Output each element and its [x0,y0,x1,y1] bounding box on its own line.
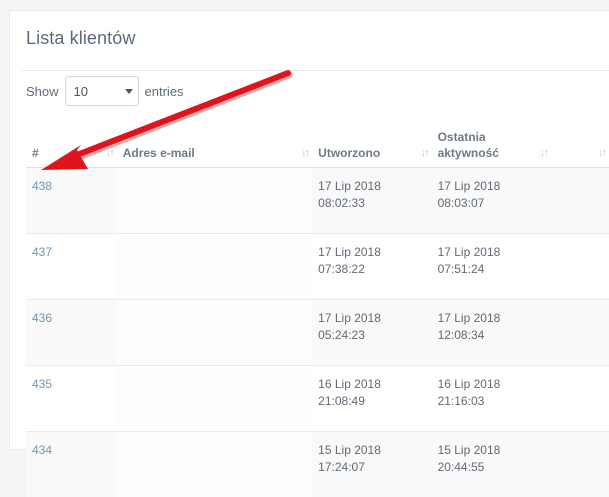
table-row[interactable]: 436 17 Lip 2018 05:24:23 17 Lip 2018 12:08:3… [26,300,609,366]
row-created-time: 05:24:23 [318,328,365,342]
row-created-time: 17:24:07 [318,460,365,474]
row-last-activity: 17 Lip 2018 07:51:24 [432,234,551,300]
column-header-email[interactable]: Adres e-mail ↓↑ [117,118,312,168]
row-created: 15 Lip 2018 17:24:07 [312,432,431,497]
row-created-time: 08:02:33 [318,196,365,210]
row-email [117,234,312,300]
sort-icon: ↓↑ [540,145,547,161]
row-created: 17 Lip 2018 08:02:33 [312,168,431,234]
sort-icon: ↓↑ [106,145,113,161]
row-last-activity-date: 16 Lip 2018 [438,377,501,391]
entries-length-control: Show 10 entries [26,76,184,106]
row-extra [551,234,609,300]
entries-label: entries [145,84,184,99]
sort-icon: ↓↑ [421,145,428,161]
row-email [117,432,312,497]
row-last-activity-date: 15 Lip 2018 [438,443,501,457]
row-last-activity: 17 Lip 2018 12:08:34 [432,300,551,366]
row-extra [551,300,609,366]
table-header-row: # ↓↑ Adres e-mail ↓↑ Utworzono ↓↑ Ostatn… [26,118,609,168]
row-id-link[interactable]: 436 [26,300,117,366]
row-created-date: 17 Lip 2018 [318,311,381,325]
column-header-last-activity-line2: aktywność [438,146,499,160]
row-id-link[interactable]: 435 [26,366,117,432]
table-row[interactable]: 434 15 Lip 2018 17:24:07 15 Lip 2018 20:44:5… [26,432,609,497]
row-email [117,168,312,234]
column-header-last-activity[interactable]: Ostatnia aktywność ↓↑ [432,118,551,168]
row-created-date: 17 Lip 2018 [318,245,381,259]
table-row[interactable]: 438 17 Lip 2018 08:02:33 17 Lip 2018 08:03:0… [26,168,609,234]
row-created: 17 Lip 2018 05:24:23 [312,300,431,366]
row-extra [551,366,609,432]
row-id[interactable]: 438 [32,179,52,193]
sort-icon: ↓↑ [301,145,308,161]
show-label: Show [26,84,59,99]
column-header-email-label: Adres e-mail [123,146,195,160]
row-id[interactable]: 434 [32,443,52,457]
row-id[interactable]: 435 [32,377,52,391]
chevron-down-icon [125,89,133,94]
row-last-activity: 17 Lip 2018 08:03:07 [432,168,551,234]
column-header-id[interactable]: # ↓↑ [26,118,117,168]
row-last-activity-time: 07:51:24 [438,262,485,276]
row-id-link[interactable]: 434 [26,432,117,497]
clients-table: # ↓↑ Adres e-mail ↓↑ Utworzono ↓↑ Ostatn… [26,118,609,497]
row-id-link[interactable]: 438 [26,168,117,234]
row-extra [551,432,609,497]
row-created-time: 21:08:49 [318,394,365,408]
row-last-activity-date: 17 Lip 2018 [438,245,501,259]
row-created-date: 16 Lip 2018 [318,377,381,391]
row-created: 17 Lip 2018 07:38:22 [312,234,431,300]
column-header-extra[interactable]: ↓↑ [551,118,609,168]
row-extra [551,168,609,234]
row-last-activity-date: 17 Lip 2018 [438,311,501,325]
row-id-link[interactable]: 437 [26,234,117,300]
table-row[interactable]: 437 17 Lip 2018 07:38:22 17 Lip 2018 07:51:2… [26,234,609,300]
row-id[interactable]: 436 [32,311,52,325]
row-last-activity-time: 20:44:55 [438,460,485,474]
table-row[interactable]: 435 16 Lip 2018 21:08:49 16 Lip 2018 21:16:0… [26,366,609,432]
column-header-created[interactable]: Utworzono ↓↑ [312,118,431,168]
column-header-id-label: # [32,146,39,160]
entries-select-wrap[interactable]: 10 [59,76,145,106]
row-last-activity-time: 12:08:34 [438,328,485,342]
row-email [117,300,312,366]
row-last-activity: 15 Lip 2018 20:44:55 [432,432,551,497]
sort-icon: ↓↑ [598,145,605,161]
column-header-created-label: Utworzono [318,146,380,160]
panel-title: Lista klientów [26,28,135,49]
row-created: 16 Lip 2018 21:08:49 [312,366,431,432]
row-last-activity: 16 Lip 2018 21:16:03 [432,366,551,432]
row-created-date: 17 Lip 2018 [318,179,381,193]
title-divider [22,70,609,71]
table-body: 438 17 Lip 2018 08:02:33 17 Lip 2018 08:03:0… [26,168,609,497]
row-created-date: 15 Lip 2018 [318,443,381,457]
column-header-last-activity-line1: Ostatnia [438,130,486,144]
row-id[interactable]: 437 [32,245,52,259]
row-last-activity-time: 08:03:07 [438,196,485,210]
row-last-activity-date: 17 Lip 2018 [438,179,501,193]
row-last-activity-time: 21:16:03 [438,394,485,408]
row-created-time: 07:38:22 [318,262,365,276]
row-email [117,366,312,432]
